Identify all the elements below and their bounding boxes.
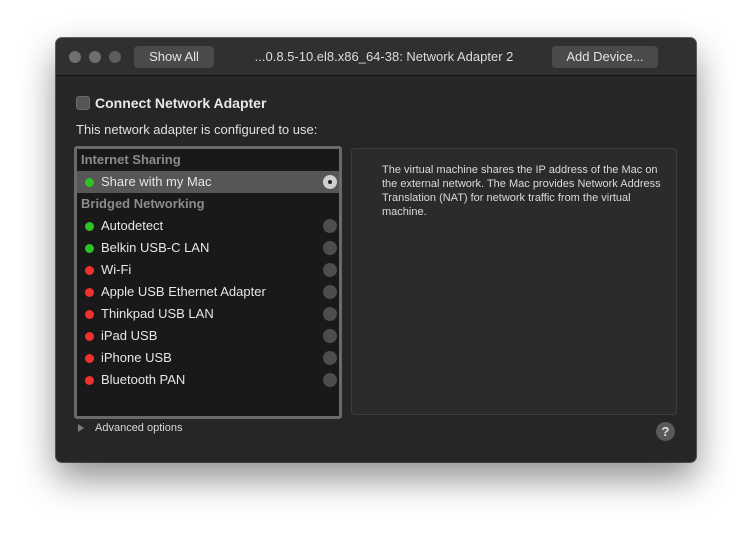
advanced-options-disclosure[interactable]: Advanced options bbox=[78, 422, 182, 434]
radio-button[interactable] bbox=[323, 219, 337, 233]
add-device-button[interactable]: Add Device... bbox=[552, 46, 658, 68]
network-option-label: iPad USB bbox=[101, 328, 158, 343]
network-option-label: Bluetooth PAN bbox=[101, 372, 186, 387]
group-heading: Bridged Networking bbox=[81, 196, 205, 211]
show-all-button[interactable]: Show All bbox=[134, 46, 214, 68]
network-option-row[interactable]: Wi-Fi bbox=[77, 259, 339, 281]
group-heading: Internet Sharing bbox=[81, 152, 181, 167]
window-title: ...0.8.5-10.el8.x86_64-38: Network Adapt… bbox=[254, 49, 514, 64]
status-dot-icon bbox=[85, 244, 94, 253]
network-option-label: Share with my Mac bbox=[101, 174, 212, 189]
minimize-window-button[interactable] bbox=[89, 51, 101, 63]
configured-label: This network adapter is configured to us… bbox=[76, 122, 318, 137]
network-option-label: Thinkpad USB LAN bbox=[101, 306, 214, 321]
network-option-row[interactable]: Belkin USB-C LAN bbox=[77, 237, 339, 259]
status-dot-icon bbox=[85, 222, 94, 231]
network-adapter-window: Show All ...0.8.5-10.el8.x86_64-38: Netw… bbox=[56, 38, 696, 462]
network-option-row[interactable]: Apple USB Ethernet Adapter bbox=[77, 281, 339, 303]
radio-button[interactable] bbox=[323, 351, 337, 365]
radio-button[interactable] bbox=[323, 285, 337, 299]
status-dot-icon bbox=[85, 178, 94, 187]
connect-network-adapter-checkbox[interactable]: Connect Network Adapter bbox=[76, 95, 266, 111]
network-option-row[interactable]: Autodetect bbox=[77, 215, 339, 237]
titlebar: Show All ...0.8.5-10.el8.x86_64-38: Netw… bbox=[56, 38, 696, 76]
network-option-row[interactable]: iPhone USB bbox=[77, 347, 339, 369]
radio-button[interactable] bbox=[323, 241, 337, 255]
status-dot-icon bbox=[85, 266, 94, 275]
radio-button[interactable] bbox=[323, 263, 337, 277]
description-text: The virtual machine shares the IP addres… bbox=[382, 164, 661, 218]
advanced-options-label: Advanced options bbox=[95, 422, 183, 434]
network-option-row[interactable]: Bluetooth PAN bbox=[77, 369, 339, 391]
network-option-label: Wi-Fi bbox=[101, 262, 132, 277]
network-option-label: Apple USB Ethernet Adapter bbox=[101, 284, 266, 299]
zoom-window-button[interactable] bbox=[109, 51, 121, 63]
radio-button[interactable] bbox=[323, 373, 337, 387]
close-window-button[interactable] bbox=[69, 51, 81, 63]
network-source-list[interactable]: Internet Sharing Share with my Mac Bridged… bbox=[74, 146, 342, 419]
network-option-label: Autodetect bbox=[101, 218, 164, 233]
network-option-row[interactable]: Share with my Mac bbox=[77, 171, 339, 193]
status-dot-icon bbox=[85, 376, 94, 385]
radio-button[interactable] bbox=[323, 307, 337, 321]
network-option-row[interactable]: iPad USB bbox=[77, 325, 339, 347]
network-option-row[interactable]: Thinkpad USB LAN bbox=[77, 303, 339, 325]
network-option-label: Belkin USB-C LAN bbox=[101, 240, 210, 255]
network-option-label: iPhone USB bbox=[101, 350, 172, 365]
disclosure-triangle-icon[interactable] bbox=[78, 424, 84, 432]
connect-label: Connect Network Adapter bbox=[95, 95, 267, 111]
help-button[interactable]: ? bbox=[656, 422, 675, 441]
status-dot-icon bbox=[85, 288, 94, 297]
status-dot-icon bbox=[85, 354, 94, 363]
status-dot-icon bbox=[85, 310, 94, 319]
radio-button[interactable] bbox=[323, 329, 337, 343]
radio-button[interactable] bbox=[323, 175, 337, 189]
status-dot-icon bbox=[85, 332, 94, 341]
description-panel: The virtual machine shares the IP addres… bbox=[351, 148, 677, 415]
checkbox-icon[interactable] bbox=[76, 96, 90, 110]
